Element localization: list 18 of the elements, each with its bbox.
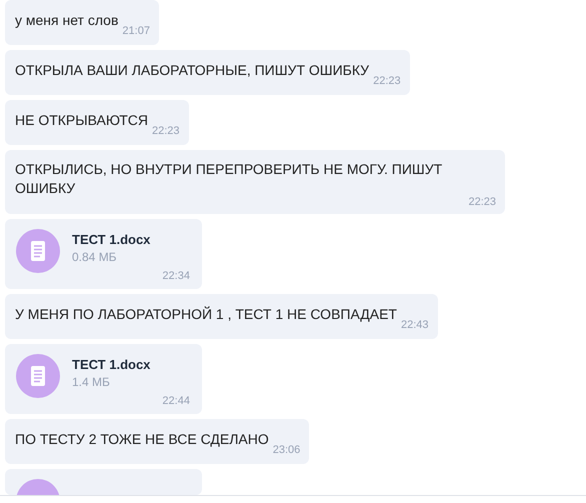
message-text: у меня нет слов <box>15 12 118 28</box>
file-size: 1.4 МБ <box>72 375 111 389</box>
file-name: ТЕСТ 1.docx <box>72 357 150 372</box>
message-time: 23:06 <box>272 444 300 457</box>
message-text: НЕ ОТКРЫВАЮТСЯ <box>15 112 148 128</box>
message-time: 22:23 <box>373 75 401 88</box>
message-time: 22:44 <box>162 395 190 408</box>
message-text: ПО ТЕСТУ 2 ТОЖЕ НЕ ВСЕ СДЕЛАНО <box>15 431 269 447</box>
message-time: 22:23 <box>152 125 180 138</box>
message-time: 22:23 <box>468 196 496 209</box>
message-time: 21:07 <box>122 25 150 38</box>
message-text: У МЕНЯ ПО ЛАБОРАТОРНОЙ 1 , ТЕСТ 1 НЕ СОВПАДАЕТ <box>15 306 397 322</box>
message-text: ОТКРЫЛИСЬ, НО ВНУТРИ ПЕРЕПРОВЕРИТЬ НЕ МОГУ. ПИШУТ ОШИБКУ <box>15 160 444 198</box>
file-name: ТЕСТ 1.docx <box>72 232 150 247</box>
message-time: 22:34 <box>162 270 190 283</box>
file-size: 0.84 МБ <box>72 250 118 264</box>
message-text: ОТКРЫЛА ВАШИ ЛАБОРАТОРНЫЕ, ПИШУТ ОШИБКУ <box>15 62 370 78</box>
message-time: 22:43 <box>400 319 429 332</box>
